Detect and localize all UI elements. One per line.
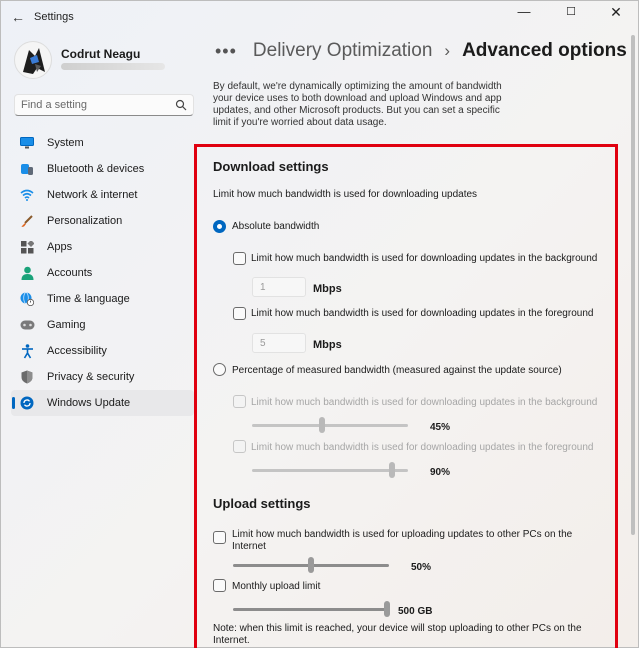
upload-limit-label-line2: Internet xyxy=(232,541,266,552)
person-icon xyxy=(19,265,35,281)
sidebar-item-accessibility[interactable]: Accessibility xyxy=(11,338,194,364)
globe-clock-icon xyxy=(19,291,35,307)
abs-foreground-mbps-input[interactable]: 5 xyxy=(252,333,306,353)
intro-text: By default, we're dynamically optimizing… xyxy=(213,81,502,128)
bluetooth-icon xyxy=(19,161,35,177)
sidebar-item-label: Gaming xyxy=(47,319,86,331)
sidebar-item-label: Privacy & security xyxy=(47,371,135,383)
sidebar-item-apps[interactable]: Apps xyxy=(11,234,194,260)
sidebar-item-accounts[interactable]: Accounts xyxy=(11,260,194,286)
sidebar-item-label: Accessibility xyxy=(47,345,107,357)
upload-limit-slider[interactable] xyxy=(233,557,389,573)
upload-note: Note: when this limit is reached, your d… xyxy=(213,623,582,634)
absolute-bandwidth-radio[interactable] xyxy=(213,220,226,233)
pct-foreground-label: Limit how much bandwidth is used for dow… xyxy=(251,442,594,453)
close-button[interactable]: ✕ xyxy=(593,1,639,25)
shield-icon xyxy=(19,369,35,385)
pct-background-checkbox[interactable] xyxy=(233,395,246,408)
minimize-button[interactable]: — xyxy=(501,1,547,25)
scrollbar[interactable] xyxy=(631,35,635,535)
absolute-bandwidth-label: Absolute bandwidth xyxy=(232,221,320,232)
apps-icon xyxy=(19,239,35,255)
monthly-upload-value: 500 GB xyxy=(398,606,433,617)
abs-foreground-unit: Mbps xyxy=(313,339,342,351)
sidebar-item-network[interactable]: Network & internet xyxy=(11,182,194,208)
sidebar-item-label: Personalization xyxy=(47,215,123,227)
sidebar-item-gaming[interactable]: Gaming xyxy=(11,312,194,338)
abs-foreground-label: Limit how much bandwidth is used for dow… xyxy=(251,308,594,319)
search-input[interactable] xyxy=(15,95,165,115)
abs-background-checkbox[interactable] xyxy=(233,252,246,265)
back-arrow-icon[interactable]: ← xyxy=(9,8,27,26)
sidebar-item-label: System xyxy=(47,137,84,149)
settings-window: ← Settings — ☐ ✕ Codrut Neagu System Blu… xyxy=(0,0,639,648)
abs-background-mbps-input[interactable]: 1 xyxy=(252,277,306,297)
upload-settings-heading: Upload settings xyxy=(213,496,311,511)
monthly-upload-label: Monthly upload limit xyxy=(232,581,321,592)
slider-thumb[interactable] xyxy=(308,557,314,573)
sidebar-nav: System Bluetooth & devices Network & int… xyxy=(11,130,194,416)
upload-limit-checkbox[interactable] xyxy=(213,531,226,544)
pct-background-label: Limit how much bandwidth is used for dow… xyxy=(251,397,598,408)
percentage-bandwidth-label: Percentage of measured bandwidth (measur… xyxy=(232,365,562,376)
search-icon[interactable] xyxy=(175,99,187,111)
accessibility-icon xyxy=(19,343,35,359)
pct-background-value: 45% xyxy=(430,422,451,433)
sidebar-item-time-language[interactable]: Time & language xyxy=(11,286,194,312)
sidebar-item-personalization[interactable]: Personalization xyxy=(11,208,194,234)
slider-thumb[interactable] xyxy=(319,417,326,433)
upload-note-line2: Internet. xyxy=(213,635,250,646)
pct-foreground-checkbox[interactable] xyxy=(233,440,246,453)
slider-thumb[interactable] xyxy=(389,462,396,478)
user-name: Codrut Neagu xyxy=(61,47,141,61)
sidebar-item-privacy-security[interactable]: Privacy & security xyxy=(11,364,194,390)
breadcrumb-overflow-button[interactable]: ••• xyxy=(215,41,237,62)
pct-background-slider[interactable] xyxy=(252,417,408,433)
sidebar-item-system[interactable]: System xyxy=(11,130,194,156)
maximize-button[interactable]: ☐ xyxy=(548,1,594,25)
abs-background-unit: Mbps xyxy=(313,283,342,295)
sidebar-item-windows-update[interactable]: Windows Update xyxy=(11,390,194,416)
sidebar-item-label: Apps xyxy=(47,241,73,253)
gamepad-icon xyxy=(19,317,35,333)
sidebar-item-label: Network & internet xyxy=(47,189,138,201)
download-description: Limit how much bandwidth is used for dow… xyxy=(213,189,478,200)
upload-limit-label: Limit how much bandwidth is used for upl… xyxy=(232,529,573,540)
abs-background-label: Limit how much bandwidth is used for dow… xyxy=(251,253,598,264)
pct-foreground-value: 90% xyxy=(430,467,451,478)
monthly-upload-slider[interactable] xyxy=(233,601,390,617)
title-bar: ← Settings — ☐ ✕ xyxy=(1,1,638,33)
sidebar-item-label: Time & language xyxy=(47,293,130,305)
update-icon xyxy=(19,395,35,411)
download-settings-heading: Download settings xyxy=(213,159,329,174)
slider-thumb[interactable] xyxy=(384,601,390,617)
wifi-icon xyxy=(19,187,35,203)
avatar-logo-icon xyxy=(23,48,45,74)
highlight-annotation-box xyxy=(194,144,618,648)
sidebar-item-label: Accounts xyxy=(47,267,93,279)
breadcrumb-separator-icon: › xyxy=(444,41,451,60)
monthly-upload-checkbox[interactable] xyxy=(213,579,226,592)
breadcrumb: ••• Delivery Optimization › Advanced opt… xyxy=(215,38,627,64)
abs-foreground-checkbox[interactable] xyxy=(233,307,246,320)
breadcrumb-parent-link[interactable]: Delivery Optimization xyxy=(253,40,433,62)
upload-limit-value: 50% xyxy=(411,562,432,573)
search-box[interactable] xyxy=(14,94,194,116)
sidebar-item-label: Windows Update xyxy=(47,397,131,409)
pct-foreground-slider[interactable] xyxy=(252,462,408,478)
sidebar-item-bluetooth[interactable]: Bluetooth & devices xyxy=(11,156,194,182)
sidebar-item-label: Bluetooth & devices xyxy=(47,163,145,175)
app-title: Settings xyxy=(34,11,74,23)
user-email-redacted xyxy=(61,63,165,70)
monitor-icon xyxy=(19,135,35,151)
page-title: Advanced options xyxy=(462,40,627,61)
avatar[interactable] xyxy=(14,41,52,79)
percentage-bandwidth-radio[interactable] xyxy=(213,363,226,376)
brush-icon xyxy=(19,213,35,229)
